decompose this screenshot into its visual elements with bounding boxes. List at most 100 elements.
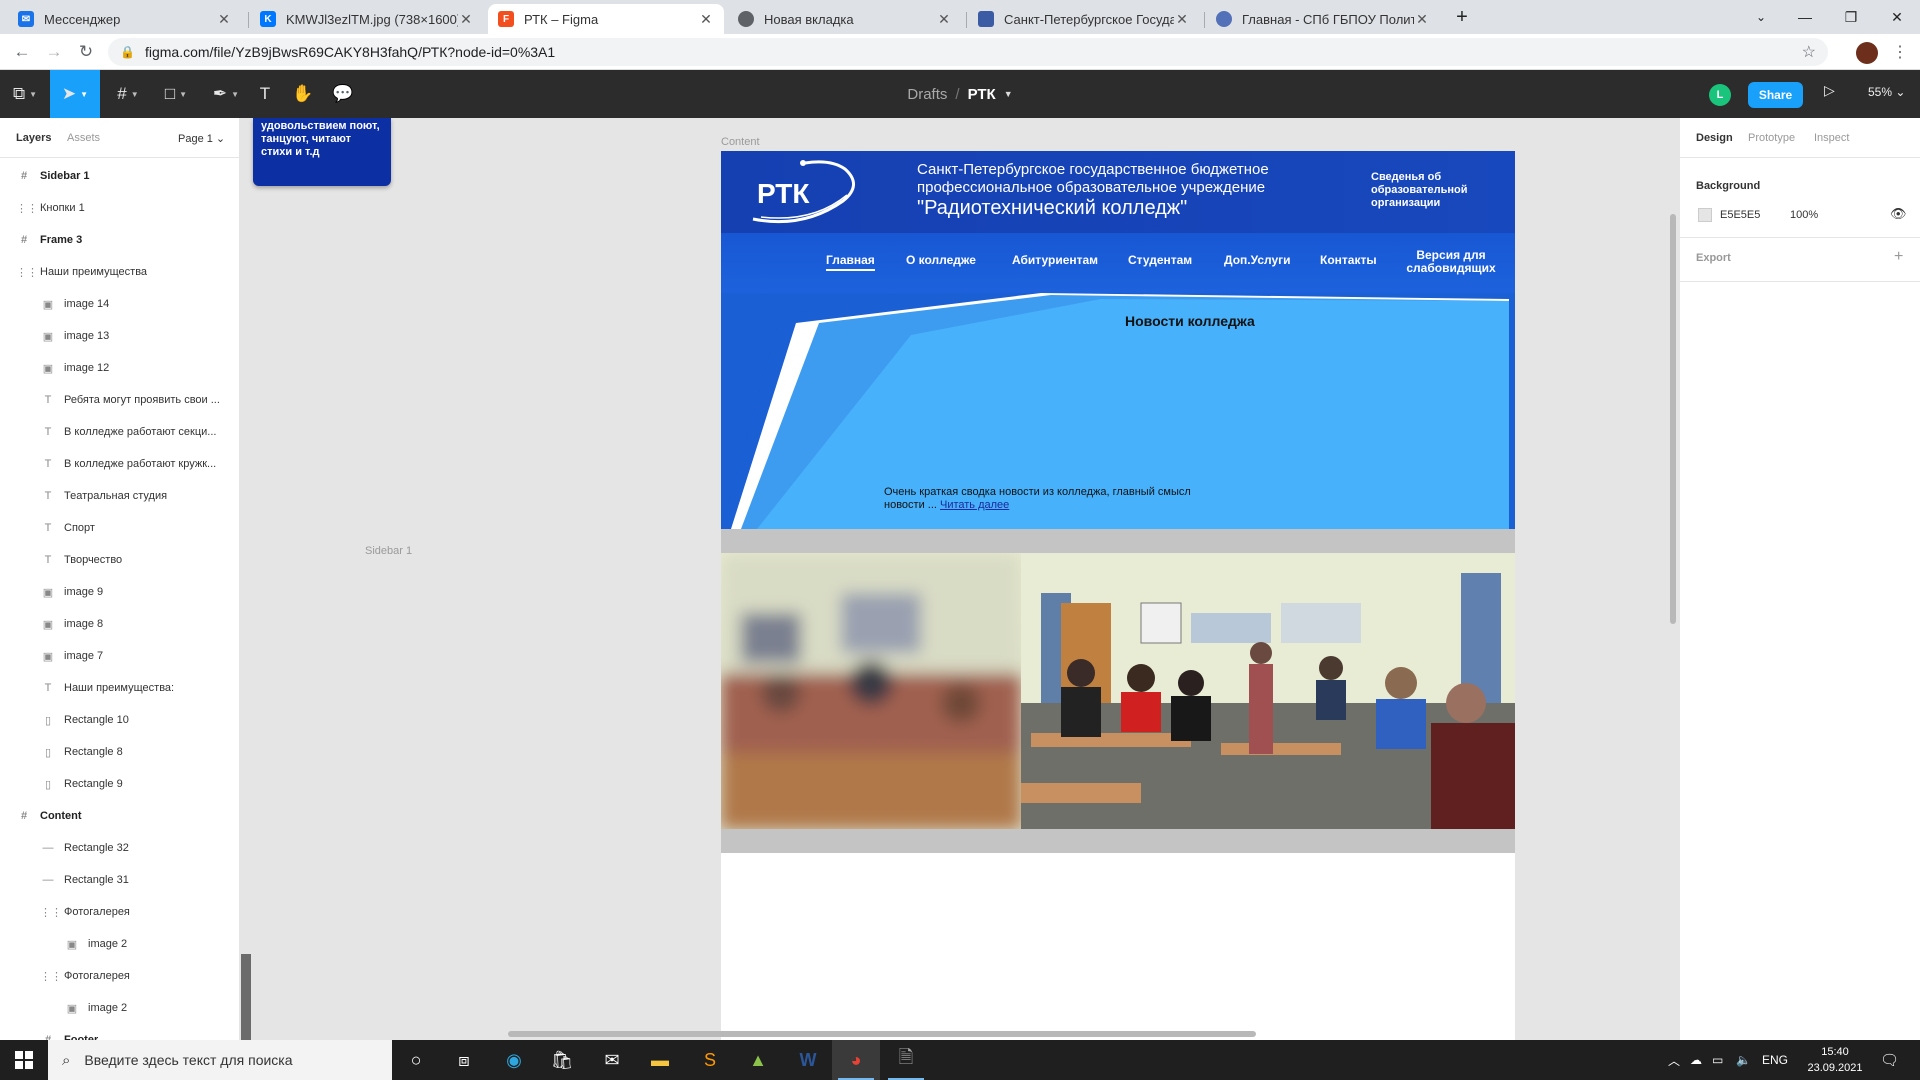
taskbar-search-input[interactable]: ⌕ Введите здесь текст для поиска <box>48 1040 392 1080</box>
layer-row[interactable]: T Творчество <box>0 544 239 576</box>
back-arrow-icon[interactable]: ← <box>8 38 36 66</box>
cortana-icon[interactable]: ○ <box>392 1040 440 1080</box>
layer-row[interactable]: T В колледже работают секци... <box>0 416 239 448</box>
url-input[interactable]: 🔒 figma.com/file/YzB9jBwsR69CAKY8H3fahQ/… <box>108 38 1828 66</box>
layer-row[interactable]: # Frame 3 <box>0 224 239 256</box>
move-tool-icon[interactable]: ➤ ▼ <box>50 70 100 118</box>
close-icon[interactable]: ✕ <box>216 11 232 28</box>
drafts-link[interactable]: Drafts <box>907 86 947 103</box>
tab-layers[interactable]: Layers <box>16 132 51 144</box>
volume-icon[interactable]: 🔈 <box>1736 1040 1751 1080</box>
background-opacity[interactable]: 100% <box>1790 209 1818 221</box>
layer-row[interactable]: ⋮⋮ Фотогалерея <box>0 896 239 928</box>
tab-polytech[interactable]: Главная - СПб ГБПОУ Политехн ✕ <box>1206 4 1440 34</box>
menu-kebab-icon[interactable]: ⋮ <box>1886 38 1914 66</box>
layer-row[interactable]: ▣ image 13 <box>0 320 239 352</box>
close-icon[interactable]: ✕ <box>936 11 952 28</box>
page-selector[interactable]: Page 1 ⌄ <box>178 132 225 145</box>
nav-applicants[interactable]: Абитуриентам <box>1012 253 1098 267</box>
design-canvas[interactable]: удовольствием поют, танцуют, читают стих… <box>241 118 1679 1040</box>
layer-row[interactable]: ⋮⋮ Наши преимущества <box>0 256 239 288</box>
text-tool-icon[interactable]: T <box>250 70 280 118</box>
frame-label-content[interactable]: Content <box>721 136 760 148</box>
tab-vk-image[interactable]: K KMWJl3ezlTM.jpg (738×1600) ✕ <box>250 4 484 34</box>
layer-row[interactable]: — Rectangle 31 <box>0 864 239 896</box>
figma-main-menu-icon[interactable]: ⧉ ▼ <box>0 70 50 118</box>
tab-assets[interactable]: Assets <box>67 132 100 144</box>
layer-row[interactable]: T Ребята могут проявить свои ... <box>0 384 239 416</box>
add-export-icon[interactable]: + <box>1894 248 1903 266</box>
nav-services[interactable]: Доп.Услуги <box>1224 253 1291 267</box>
close-icon[interactable]: ✕ <box>1414 11 1430 28</box>
present-play-icon[interactable]: ▷ <box>1824 82 1835 99</box>
nav-about[interactable]: О колледже <box>906 253 976 267</box>
chevron-down-icon[interactable]: ▼ <box>1004 89 1013 99</box>
forward-arrow-icon[interactable]: → <box>40 38 68 66</box>
tab-design[interactable]: Design <box>1696 132 1733 144</box>
chrome-icon[interactable]: ◕ <box>832 1040 880 1080</box>
tab-search-icon[interactable]: ⌄ <box>1738 0 1784 34</box>
content-frame[interactable]: РТК Санкт-Петербургское государственное … <box>721 151 1515 1040</box>
nav-students[interactable]: Студентам <box>1128 253 1192 267</box>
layer-row[interactable]: ▯ Rectangle 9 <box>0 768 239 800</box>
background-swatch[interactable] <box>1698 208 1712 222</box>
word-icon[interactable]: W <box>784 1040 832 1080</box>
onedrive-icon[interactable]: ☁ <box>1690 1040 1702 1080</box>
layer-row[interactable]: # Content <box>0 800 239 832</box>
org-info-link[interactable]: Сведенья об образовательной организации <box>1371 171 1501 210</box>
layer-row[interactable]: ▣ image 2 <box>0 928 239 960</box>
sidebar-frame-preview[interactable]: удовольствием поют, танцуют, читают стих… <box>253 118 391 186</box>
close-window-button[interactable]: ✕ <box>1874 0 1920 34</box>
zoom-dropdown[interactable]: 55% ⌄ <box>1868 85 1905 99</box>
tab-spb-college[interactable]: Санкт-Петербургское Государс ✕ <box>968 4 1200 34</box>
sublime-icon[interactable]: S <box>686 1040 734 1080</box>
background-hex[interactable]: E5E5E5 <box>1720 209 1760 221</box>
layer-row[interactable]: # Sidebar 1 <box>0 160 239 192</box>
windows-start-icon[interactable] <box>0 1040 48 1080</box>
edge-icon[interactable]: ◉ <box>490 1040 538 1080</box>
layer-row[interactable]: ▣ image 7 <box>0 640 239 672</box>
share-button[interactable]: Share <box>1748 82 1803 108</box>
frame-tool-icon[interactable]: # ▼ <box>106 70 150 118</box>
system-clock[interactable]: 15:40 23.09.2021 <box>1800 1044 1870 1076</box>
tab-inspect[interactable]: Inspect <box>1814 132 1849 144</box>
layer-row[interactable]: ▣ image 2 <box>0 992 239 1024</box>
nav-accessibility-version[interactable]: Версия для слабовидящих <box>1401 249 1501 275</box>
file-name[interactable]: РТК <box>968 86 996 103</box>
layer-row[interactable]: # Footer <box>0 1024 239 1040</box>
layer-row[interactable]: ⋮⋮ Фотогалерея <box>0 960 239 992</box>
layer-row[interactable]: ▯ Rectangle 10 <box>0 704 239 736</box>
reload-icon[interactable]: ↻ <box>72 38 100 66</box>
hand-tool-icon[interactable]: ✋ <box>288 70 318 118</box>
close-icon[interactable]: ✕ <box>1174 11 1190 28</box>
tab-messenger[interactable]: ✉ Мессенджер ✕ <box>8 4 242 34</box>
close-icon[interactable]: ✕ <box>698 11 714 28</box>
layer-row[interactable]: T Спорт <box>0 512 239 544</box>
notifications-icon[interactable]: 🗨 <box>1880 1040 1899 1080</box>
layer-row[interactable]: ▯ Rectangle 8 <box>0 736 239 768</box>
tab-new[interactable]: Новая вкладка ✕ <box>728 4 962 34</box>
profile-avatar[interactable] <box>1856 42 1878 64</box>
close-icon[interactable]: ✕ <box>458 11 474 28</box>
file-explorer-icon[interactable]: ▬ <box>636 1040 684 1080</box>
document-app-icon[interactable]: 🗎 <box>882 1040 930 1080</box>
user-avatar[interactable]: L <box>1709 84 1731 106</box>
restore-button[interactable]: ❐ <box>1828 0 1874 34</box>
new-tab-button[interactable]: + <box>1442 0 1482 34</box>
language-indicator[interactable]: ENG <box>1762 1040 1788 1080</box>
comment-tool-icon[interactable]: 💬 <box>326 70 360 118</box>
pen-tool-icon[interactable]: ✒ ▼ <box>204 70 248 118</box>
mail-icon[interactable]: ✉ <box>588 1040 636 1080</box>
layer-row[interactable]: T В колледже работают кружк... <box>0 448 239 480</box>
nav-home[interactable]: Главная <box>826 253 875 271</box>
layer-row[interactable]: ▣ image 14 <box>0 288 239 320</box>
layer-row[interactable]: — Rectangle 32 <box>0 832 239 864</box>
tab-prototype[interactable]: Prototype <box>1748 132 1795 144</box>
network-icon[interactable]: ▭ <box>1712 1040 1723 1080</box>
layer-row[interactable]: ▣ image 9 <box>0 576 239 608</box>
layer-row[interactable]: ▣ image 12 <box>0 352 239 384</box>
layer-row[interactable]: ⋮⋮ Кнопки 1 <box>0 192 239 224</box>
store-icon[interactable]: 🛍 <box>538 1040 586 1080</box>
paint-icon[interactable]: ▲ <box>734 1040 782 1080</box>
vertical-scrollbar[interactable] <box>1670 214 1676 624</box>
